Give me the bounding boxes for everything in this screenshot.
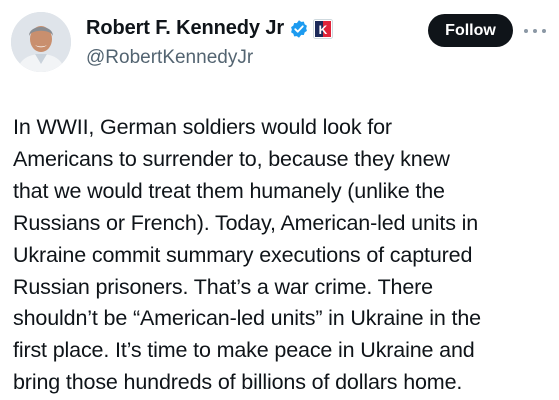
author-name-row: Robert F. Kennedy Jr K (86, 17, 334, 40)
campaign-badge-icon[interactable]: K (313, 18, 334, 39)
tweet-text-line: Russians or French). Today, American-led… (13, 210, 479, 235)
tweet-text-line: bring those hundreds of billions of doll… (13, 370, 463, 395)
more-dot (542, 29, 546, 33)
avatar-image (11, 12, 71, 72)
more-dot (524, 29, 528, 33)
tweet-card: Robert F. Kennedy Jr K @RobertKennedyJr … (0, 0, 559, 400)
tweet-text-line: that we would treat them humanely (unlik… (13, 178, 445, 203)
badge-letter: K (319, 23, 328, 37)
tweet-text-line: shouldn’t be “American-led units” in Ukr… (13, 306, 481, 331)
tweet-text-line: first place. It’s time to make peace in … (13, 338, 475, 363)
author-display-name[interactable]: Robert F. Kennedy Jr (86, 17, 284, 40)
tweet-text-line: Ukraine commit summary executions of cap… (13, 242, 473, 267)
follow-button[interactable]: Follow (428, 14, 513, 47)
verified-checkmark-icon (289, 19, 309, 39)
author-avatar[interactable] (11, 12, 71, 72)
author-handle[interactable]: @RobertKennedyJr (86, 47, 253, 69)
more-dot (533, 29, 537, 33)
tweet-text: In WWII, German soldiers would look for … (13, 112, 553, 399)
tweet-text-line: In WWII, German soldiers would look for (13, 115, 392, 139)
tweet-text-line: Americans to surrender to, because they … (13, 146, 450, 171)
more-horizontal-icon[interactable] (524, 22, 546, 40)
tweet-text-line: Russian prisoners. That’s a war crime. T… (13, 274, 433, 299)
